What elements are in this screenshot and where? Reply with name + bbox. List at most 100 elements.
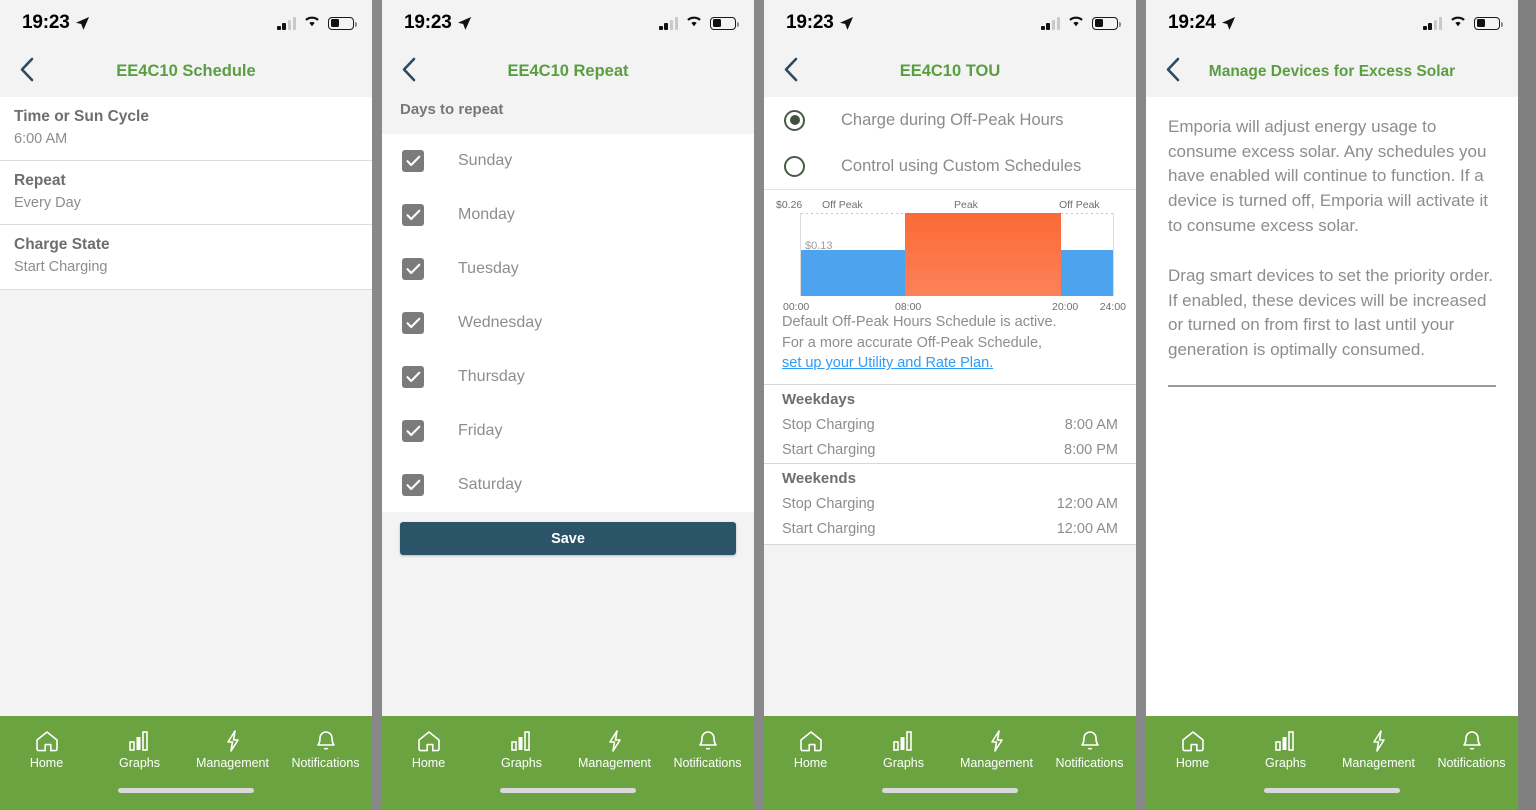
home-indicator[interactable] [882, 788, 1018, 793]
chart-ytick-mid: $0.13 [805, 239, 833, 252]
tab-notifications[interactable]: Notifications [1425, 726, 1518, 770]
day-label: Saturday [458, 476, 523, 493]
home-indicator[interactable] [1264, 788, 1400, 793]
tab-graphs[interactable]: Graphs [475, 726, 568, 770]
home-icon [34, 726, 60, 753]
list-item[interactable]: Charge State Start Charging [0, 225, 372, 290]
weekends-header: Weekends [764, 462, 1136, 492]
screen-tou: 19:23 EE4C10 TOU Charge during Off-Peak … [764, 0, 1136, 810]
tou-options: Charge during Off-Peak Hours Control usi… [764, 97, 1136, 189]
list-item[interactable]: Time or Sun Cycle 6:00 AM [0, 97, 372, 162]
row-value: 12:00 AM [1056, 520, 1118, 537]
tab-graphs[interactable]: Graphs [857, 726, 950, 770]
row-value: 6:00 AM [14, 130, 68, 147]
tab-notifications[interactable]: Notifications [279, 726, 372, 770]
tab-label: Graphs [1265, 756, 1306, 770]
home-indicator-area [0, 788, 372, 810]
checkbox-checked-icon[interactable] [402, 258, 424, 280]
section-header: Days to repeat [382, 97, 754, 134]
tab-home[interactable]: Home [382, 726, 475, 770]
tab-home[interactable]: Home [1146, 726, 1239, 770]
list-item[interactable]: Sunday [382, 134, 754, 188]
nav-header: EE4C10 TOU [764, 46, 1136, 97]
page-title: EE4C10 TOU [899, 62, 1001, 80]
tab-management[interactable]: Management [568, 726, 661, 770]
list-item[interactable]: Monday [382, 188, 754, 242]
row-title: Charge State [14, 236, 110, 254]
tab-graphs[interactable]: Graphs [1239, 726, 1332, 770]
weekday-stop-charging-row: Stop Charging 8:00 AM [764, 412, 1136, 438]
info-paragraph-1: Emporia will adjust energy usage to cons… [1168, 117, 1488, 235]
chevron-left-icon [19, 57, 34, 87]
option-charge-offpeak[interactable]: Charge during Off-Peak Hours [764, 97, 1136, 143]
option-label: Control using Custom Schedules [841, 156, 1082, 175]
status-clock: 19:23 [22, 12, 70, 33]
tab-home[interactable]: Home [0, 726, 93, 770]
location-arrow-icon [1221, 16, 1236, 31]
home-icon [1180, 726, 1206, 753]
tab-notifications[interactable]: Notifications [661, 726, 754, 770]
tab-label: Management [960, 756, 1033, 770]
tou-rate-chart: $0.26 Off Peak Peak Off Peak $0.13 00:00… [764, 189, 1136, 313]
cellular-bars-icon [1041, 16, 1060, 30]
home-icon [416, 726, 442, 753]
chart-annotation-offpeak-2: Off Peak [1059, 199, 1100, 211]
bell-icon [695, 726, 721, 753]
tab-graphs[interactable]: Graphs [93, 726, 186, 770]
list-item[interactable]: Friday [382, 404, 754, 458]
screen-repeat: 19:23 EE4C10 Repeat Days to repeat Sunda… [382, 0, 754, 810]
excess-solar-info: Emporia will adjust energy usage to cons… [1146, 97, 1518, 387]
list-item[interactable]: Thursday [382, 350, 754, 404]
tab-home[interactable]: Home [764, 726, 857, 770]
days-list: Sunday Monday Tuesday Wednesday Thursday [382, 134, 754, 512]
tab-label: Home [1175, 756, 1210, 770]
home-indicator[interactable] [500, 788, 636, 793]
back-button[interactable] [0, 57, 46, 87]
checkbox-checked-icon[interactable] [402, 204, 424, 226]
status-bar: 19:23 [764, 0, 1136, 46]
back-button[interactable] [382, 57, 428, 87]
panel-divider [372, 0, 382, 810]
option-custom-schedules[interactable]: Control using Custom Schedules [764, 143, 1136, 189]
weekdays-header: Weekdays [764, 383, 1136, 413]
radio-selected-icon[interactable] [784, 109, 805, 131]
list-item[interactable]: Repeat Every Day [0, 161, 372, 226]
nav-header: EE4C10 Schedule [0, 46, 372, 97]
checkbox-checked-icon[interactable] [402, 474, 424, 496]
wifi-icon [1067, 14, 1085, 32]
tab-label: Management [1342, 756, 1415, 770]
checkbox-checked-icon[interactable] [402, 312, 424, 334]
home-indicator[interactable] [118, 788, 254, 793]
chart-bar-offpeak-1 [801, 250, 906, 296]
list-item[interactable]: Wednesday [382, 296, 754, 350]
tab-bar: Home Graphs Management Notifications [764, 716, 1136, 788]
back-button[interactable] [1146, 57, 1192, 87]
checkbox-checked-icon[interactable] [402, 366, 424, 388]
back-button[interactable] [764, 57, 810, 87]
day-label: Friday [458, 422, 503, 439]
tab-management[interactable]: Management [1332, 726, 1425, 770]
list-item[interactable]: Tuesday [382, 242, 754, 296]
tab-label: Graphs [501, 756, 542, 770]
page-title: Manage Devices for Excess Solar [1208, 62, 1456, 80]
lightning-bolt-icon [602, 726, 628, 753]
section-divider [1168, 384, 1496, 387]
radio-unselected-icon[interactable] [784, 155, 805, 177]
row-value: 8:00 PM [1064, 441, 1118, 458]
chevron-left-icon [783, 57, 798, 87]
tab-notifications[interactable]: Notifications [1043, 726, 1136, 770]
tab-management[interactable]: Management [186, 726, 279, 770]
tab-management[interactable]: Management [950, 726, 1043, 770]
save-button[interactable]: Save [400, 522, 736, 555]
list-item[interactable]: Saturday [382, 458, 754, 512]
option-label: Charge during Off-Peak Hours [841, 110, 1064, 129]
bell-icon [1077, 726, 1103, 753]
checkbox-checked-icon[interactable] [402, 150, 424, 172]
day-label: Tuesday [458, 260, 519, 277]
screen-body: Sunday Monday Tuesday Wednesday Thursday [382, 134, 754, 716]
cellular-bars-icon [659, 16, 678, 30]
status-indicators [277, 14, 357, 32]
checkbox-checked-icon[interactable] [402, 420, 424, 442]
utility-rate-plan-link[interactable]: set up your Utility and Rate Plan. [782, 355, 993, 371]
chart-plot: $0.13 [800, 213, 1114, 296]
